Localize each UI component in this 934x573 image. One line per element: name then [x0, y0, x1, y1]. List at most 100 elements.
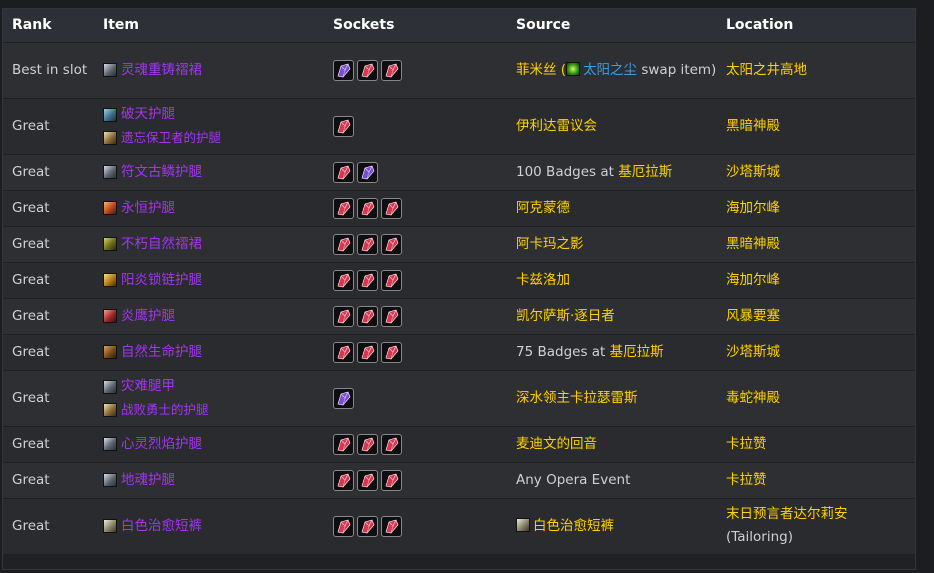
source-link[interactable]: 麦迪文的回音 — [516, 436, 597, 452]
location-link[interactable]: 卡拉赞 — [726, 472, 767, 488]
location-cell: 沙塔斯城 — [717, 154, 915, 190]
table-row: Great 永恒护腿 阿克蒙德 海加尔峰 — [3, 190, 915, 226]
rank-cell: Great — [12, 517, 50, 534]
red-socket-icon[interactable] — [333, 233, 354, 255]
purple-socket-icon[interactable] — [333, 59, 354, 81]
red-socket-icon[interactable] — [333, 341, 354, 363]
sockets-cell — [324, 426, 507, 462]
location-cell: 黑暗神殿 — [717, 226, 915, 262]
red-socket-icon[interactable] — [357, 269, 378, 291]
location-note: (Tailoring) — [726, 529, 794, 546]
table-row: Great 心灵烈焰护腿 麦迪文的回音 卡拉赞 — [3, 426, 915, 462]
socket-group — [333, 233, 507, 255]
item-link[interactable]: 灾难腿甲 — [121, 375, 175, 398]
item-link[interactable]: 阳炎锁链护腿 — [121, 269, 202, 292]
item-link[interactable]: 自然生命护腿 — [121, 341, 202, 364]
item-cell: 符文古鳞护腿 — [94, 154, 324, 190]
item-link[interactable]: 战败勇士的护腿 — [121, 398, 209, 421]
red-socket-icon[interactable] — [333, 433, 354, 455]
red-socket-icon[interactable] — [381, 59, 402, 81]
header-source: Source — [516, 17, 571, 34]
source-link[interactable]: 白色治愈短裤 — [533, 518, 614, 534]
red-socket-icon[interactable] — [381, 341, 402, 363]
red-socket-icon[interactable] — [381, 197, 402, 219]
socket-group — [333, 197, 507, 219]
red-socket-icon[interactable] — [357, 469, 378, 491]
red-socket-icon[interactable] — [381, 515, 402, 537]
red-socket-icon[interactable] — [381, 433, 402, 455]
item-link[interactable]: 炎鹰护腿 — [121, 305, 175, 328]
item-link[interactable]: 不朽自然褶裙 — [121, 233, 202, 256]
socket-group — [333, 433, 507, 455]
item-link[interactable]: 心灵烈焰护腿 — [121, 433, 202, 456]
location-cell: 黑暗神殿 — [717, 98, 915, 154]
location-link[interactable]: 黑暗神殿 — [726, 118, 780, 134]
red-socket-icon[interactable] — [333, 305, 354, 327]
red-socket-icon[interactable] — [333, 269, 354, 291]
source-link[interactable]: 太阳之尘 — [583, 62, 637, 78]
rank-cell: Great — [12, 163, 50, 180]
red-socket-icon[interactable] — [357, 305, 378, 327]
location-link[interactable]: 毒蛇神殿 — [726, 390, 780, 406]
red-socket-icon[interactable] — [357, 59, 378, 81]
source-link[interactable]: 菲米丝 ( — [516, 62, 566, 78]
purple-socket-icon[interactable] — [333, 387, 354, 409]
source-link[interactable]: 伊利达雷议会 — [516, 118, 597, 134]
location-link[interactable]: 海加尔峰 — [726, 200, 780, 216]
location-link[interactable]: 沙塔斯城 — [726, 344, 780, 360]
item-cell: 灾难腿甲 战败勇士的护腿 — [94, 370, 324, 426]
source-link[interactable]: 卡兹洛加 — [516, 272, 570, 288]
socket-group — [333, 161, 507, 183]
red-socket-icon[interactable] — [357, 197, 378, 219]
item-link[interactable]: 破天护腿 — [121, 103, 175, 126]
socket-group — [333, 269, 507, 291]
source-text: swap item) — [637, 61, 717, 78]
item-link[interactable]: 符文古鳞护腿 — [121, 161, 202, 184]
source-text: 75 Badges at — [516, 343, 610, 360]
location-link[interactable]: 末日预言者达尔莉安 — [726, 506, 848, 522]
sockets-cell — [324, 298, 507, 334]
source-link[interactable]: 基厄拉斯 — [610, 344, 664, 360]
location-link[interactable]: 沙塔斯城 — [726, 164, 780, 180]
red-socket-icon[interactable] — [381, 269, 402, 291]
item-entry: 灾难腿甲 — [103, 375, 324, 398]
mail-legs-icon — [103, 107, 117, 122]
red-socket-icon[interactable] — [357, 233, 378, 255]
source-link[interactable]: 凯尔萨斯·逐日者 — [516, 308, 615, 324]
source-link[interactable]: 基厄拉斯 — [618, 164, 672, 180]
red-socket-icon[interactable] — [333, 197, 354, 219]
red-socket-icon[interactable] — [333, 469, 354, 491]
source-link[interactable]: 阿卡玛之影 — [516, 236, 584, 252]
location-link[interactable]: 黑暗神殿 — [726, 236, 780, 252]
red-socket-icon[interactable] — [357, 433, 378, 455]
item-cell: 白色治愈短裤 — [94, 498, 324, 554]
sockets-cell — [324, 42, 507, 98]
item-cell: 阳炎锁链护腿 — [94, 262, 324, 298]
header-sockets: Sockets — [333, 17, 395, 34]
item-link[interactable]: 地魂护腿 — [121, 469, 175, 492]
source-link[interactable]: 阿克蒙德 — [516, 200, 570, 216]
red-socket-icon[interactable] — [357, 515, 378, 537]
location-link[interactable]: 卡拉赞 — [726, 436, 767, 452]
item-link[interactable]: 灵魂重铸褶裙 — [121, 59, 202, 82]
source-link[interactable]: 深水领主卡拉瑟雷斯 — [516, 390, 638, 406]
item-entry: 永恒护腿 — [103, 197, 324, 220]
location-link[interactable]: 风暴要塞 — [726, 308, 780, 324]
red-socket-icon[interactable] — [333, 515, 354, 537]
red-socket-icon[interactable] — [381, 469, 402, 491]
leather-legs-icon — [103, 201, 117, 215]
table-header-row: Rank Item Sockets Source Location — [3, 9, 915, 42]
location-link[interactable]: 太阳之井高地 — [726, 62, 807, 78]
location-link[interactable]: 海加尔峰 — [726, 272, 780, 288]
red-socket-icon[interactable] — [333, 161, 354, 183]
red-socket-icon[interactable] — [357, 341, 378, 363]
red-socket-icon[interactable] — [381, 233, 402, 255]
item-link[interactable]: 白色治愈短裤 — [121, 515, 202, 538]
header-rank: Rank — [12, 17, 52, 34]
purple-socket-icon[interactable] — [357, 161, 378, 183]
table-row: Great 不朽自然褶裙 阿卡玛之影 黑暗神殿 — [3, 226, 915, 262]
red-socket-icon[interactable] — [381, 305, 402, 327]
item-link[interactable]: 永恒护腿 — [121, 197, 175, 220]
red-socket-icon[interactable] — [333, 115, 354, 137]
item-link[interactable]: 遗忘保卫者的护腿 — [121, 126, 221, 149]
